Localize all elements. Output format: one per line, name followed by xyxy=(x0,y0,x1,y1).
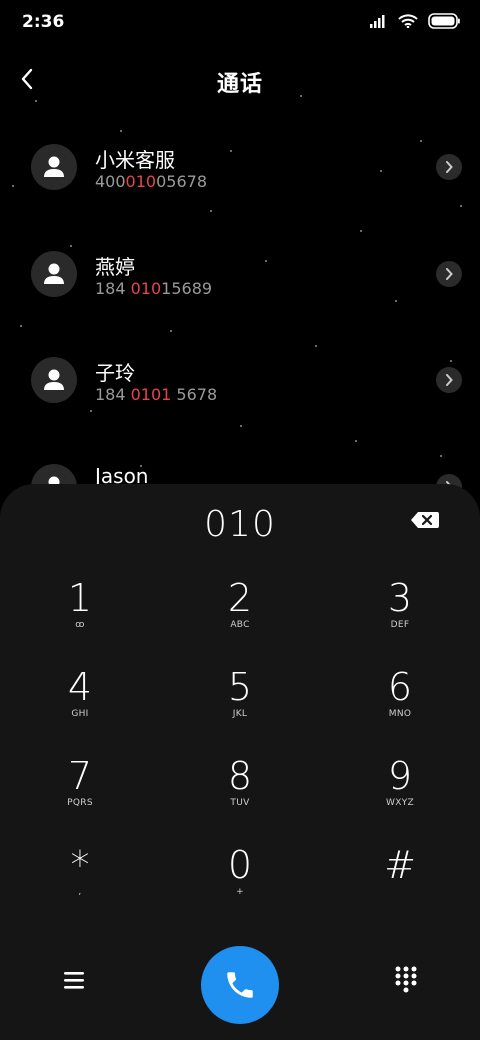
key-7[interactable]: 7 PQRS xyxy=(30,754,130,834)
backspace-icon xyxy=(411,512,439,528)
key-4[interactable]: 4 GHI xyxy=(30,665,130,745)
list-item[interactable]: 小米客服 40001005678 xyxy=(0,120,480,216)
key-0[interactable]: 0 + xyxy=(190,843,290,923)
details-button[interactable] xyxy=(436,154,462,180)
signal-icon xyxy=(370,15,385,28)
phone-icon xyxy=(227,972,253,998)
key-8[interactable]: 8 TUV xyxy=(190,754,290,834)
backspace-button[interactable] xyxy=(410,510,440,530)
dialer-panel: 010 1ꝏ 2 ABC 3 DEF 4 GHI 5 JKL 6 MNO 7 PQRS 8T… xyxy=(0,484,480,1040)
key-6[interactable]: 6 MNO xyxy=(350,665,450,745)
menu-icon xyxy=(64,972,84,989)
header: 通话 xyxy=(0,52,480,106)
contact-name: 小米客服 xyxy=(95,148,175,172)
dialer-bottom-bar xyxy=(0,930,480,1040)
dialpad-toggle-button[interactable] xyxy=(394,965,418,993)
chevron-right-icon xyxy=(446,268,453,280)
status-icons xyxy=(370,13,460,29)
chevron-right-icon xyxy=(446,161,453,173)
details-button[interactable] xyxy=(436,367,462,393)
dialed-number: 010 xyxy=(204,504,276,545)
key-3[interactable]: 3 DEF xyxy=(350,576,450,656)
contact-name: 燕婷 xyxy=(95,255,135,279)
contact-number: 184 01015689 xyxy=(95,279,213,298)
list-item[interactable]: 子玲 184 0101 5678 xyxy=(0,333,480,429)
battery-icon xyxy=(428,13,460,29)
status-bar: 2:36 xyxy=(0,0,480,44)
person-icon xyxy=(44,263,64,284)
key-5[interactable]: 5 JKL xyxy=(190,665,290,745)
page-title: 通话 xyxy=(216,72,263,97)
key-hash[interactable]: # xyxy=(350,843,450,923)
dialpad-icon xyxy=(395,966,417,993)
contact-number: 40001005678 xyxy=(95,172,207,191)
list-item[interactable]: 燕婷 184 01015689 xyxy=(0,227,480,323)
contact-number: 184 0101 5678 xyxy=(95,385,218,404)
call-button[interactable] xyxy=(201,946,279,1024)
person-icon xyxy=(44,369,64,390)
avatar xyxy=(31,357,77,403)
wifi-icon xyxy=(398,14,418,28)
key-2[interactable]: 2 ABC xyxy=(190,576,290,656)
key-star[interactable]: *, xyxy=(30,843,130,923)
menu-button[interactable] xyxy=(60,968,88,992)
status-time: 2:36 xyxy=(22,12,65,32)
person-icon xyxy=(44,156,64,177)
details-button[interactable] xyxy=(436,261,462,287)
key-1[interactable]: 1ꝏ xyxy=(30,576,130,656)
contact-name: 子玲 xyxy=(95,361,135,385)
avatar xyxy=(31,251,77,297)
voicemail-icon: ꝏ xyxy=(75,620,85,630)
avatar xyxy=(31,144,77,190)
chevron-right-icon xyxy=(446,374,453,386)
key-9[interactable]: 9 WXYZ xyxy=(350,754,450,834)
